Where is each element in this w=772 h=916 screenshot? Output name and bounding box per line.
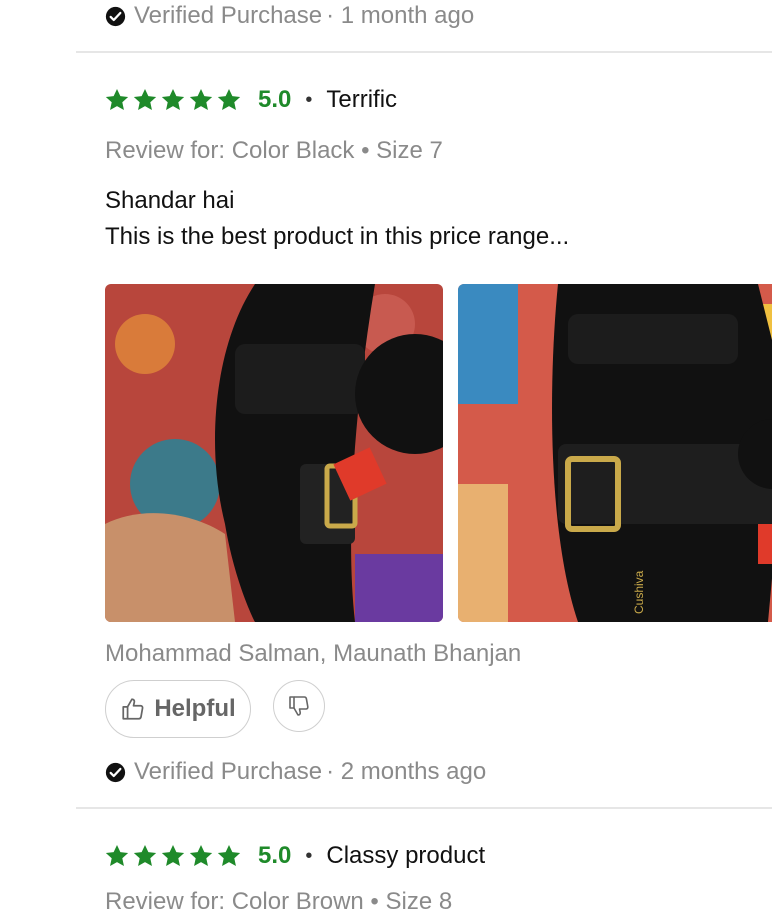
- rating-row: 5.0 • Classy product: [104, 842, 485, 870]
- star-icon: [161, 88, 185, 110]
- brand-label: Cushiva: [632, 570, 646, 614]
- verified-purchase-label: Verified Purchase: [134, 758, 323, 785]
- separator-dot: •: [305, 88, 313, 111]
- star-icon: [105, 88, 129, 110]
- review-time: · 2 months ago: [326, 758, 487, 785]
- review-photo[interactable]: Cushiva: [458, 284, 772, 622]
- verified-purchase-label: Verified Purchase: [134, 2, 323, 29]
- review-text-line: This is the best product in this price r…: [105, 223, 570, 250]
- star-rating: [104, 843, 242, 869]
- review-for-variant: Review for: Color Brown • Size 8: [105, 888, 453, 915]
- review-divider: [76, 807, 772, 809]
- rating-score: 5.0: [258, 842, 292, 869]
- review-photos: Cushiva: [105, 284, 772, 622]
- review-for-variant: Review for: Color Black • Size 7: [105, 137, 443, 164]
- thumbs-down-icon: [289, 696, 309, 716]
- verified-check-icon: [105, 762, 126, 783]
- review-title: Terrific: [326, 86, 398, 113]
- star-icon: [189, 88, 213, 110]
- star-icon: [217, 844, 241, 866]
- helpful-label: Helpful: [154, 695, 236, 722]
- separator-dot: •: [305, 844, 313, 867]
- star-rating: [104, 87, 242, 113]
- review-title: Classy product: [326, 842, 486, 869]
- review-author: Mohammad Salman, Maunath Bhanjan: [105, 640, 522, 667]
- review-photo[interactable]: [105, 284, 443, 622]
- verified-check-icon: [105, 6, 126, 27]
- thumbs-up-icon: [122, 698, 144, 720]
- verified-purchase-row: Verified Purchase · 1 month ago: [105, 2, 474, 30]
- star-icon: [133, 844, 157, 866]
- star-icon: [189, 844, 213, 866]
- star-icon: [161, 844, 185, 866]
- not-helpful-button[interactable]: [273, 680, 325, 732]
- star-icon: [133, 88, 157, 110]
- rating-score: 5.0: [258, 86, 292, 113]
- review-text-line: Shandar hai: [105, 187, 235, 214]
- helpful-button[interactable]: Helpful: [105, 680, 251, 738]
- rating-row: 5.0 • Terrific: [104, 86, 397, 114]
- review-time: · 1 month ago: [326, 2, 475, 29]
- verified-purchase-row: Verified Purchase · 2 months ago: [105, 758, 486, 786]
- star-icon: [105, 844, 129, 866]
- review-divider: [76, 51, 772, 53]
- star-icon: [217, 88, 241, 110]
